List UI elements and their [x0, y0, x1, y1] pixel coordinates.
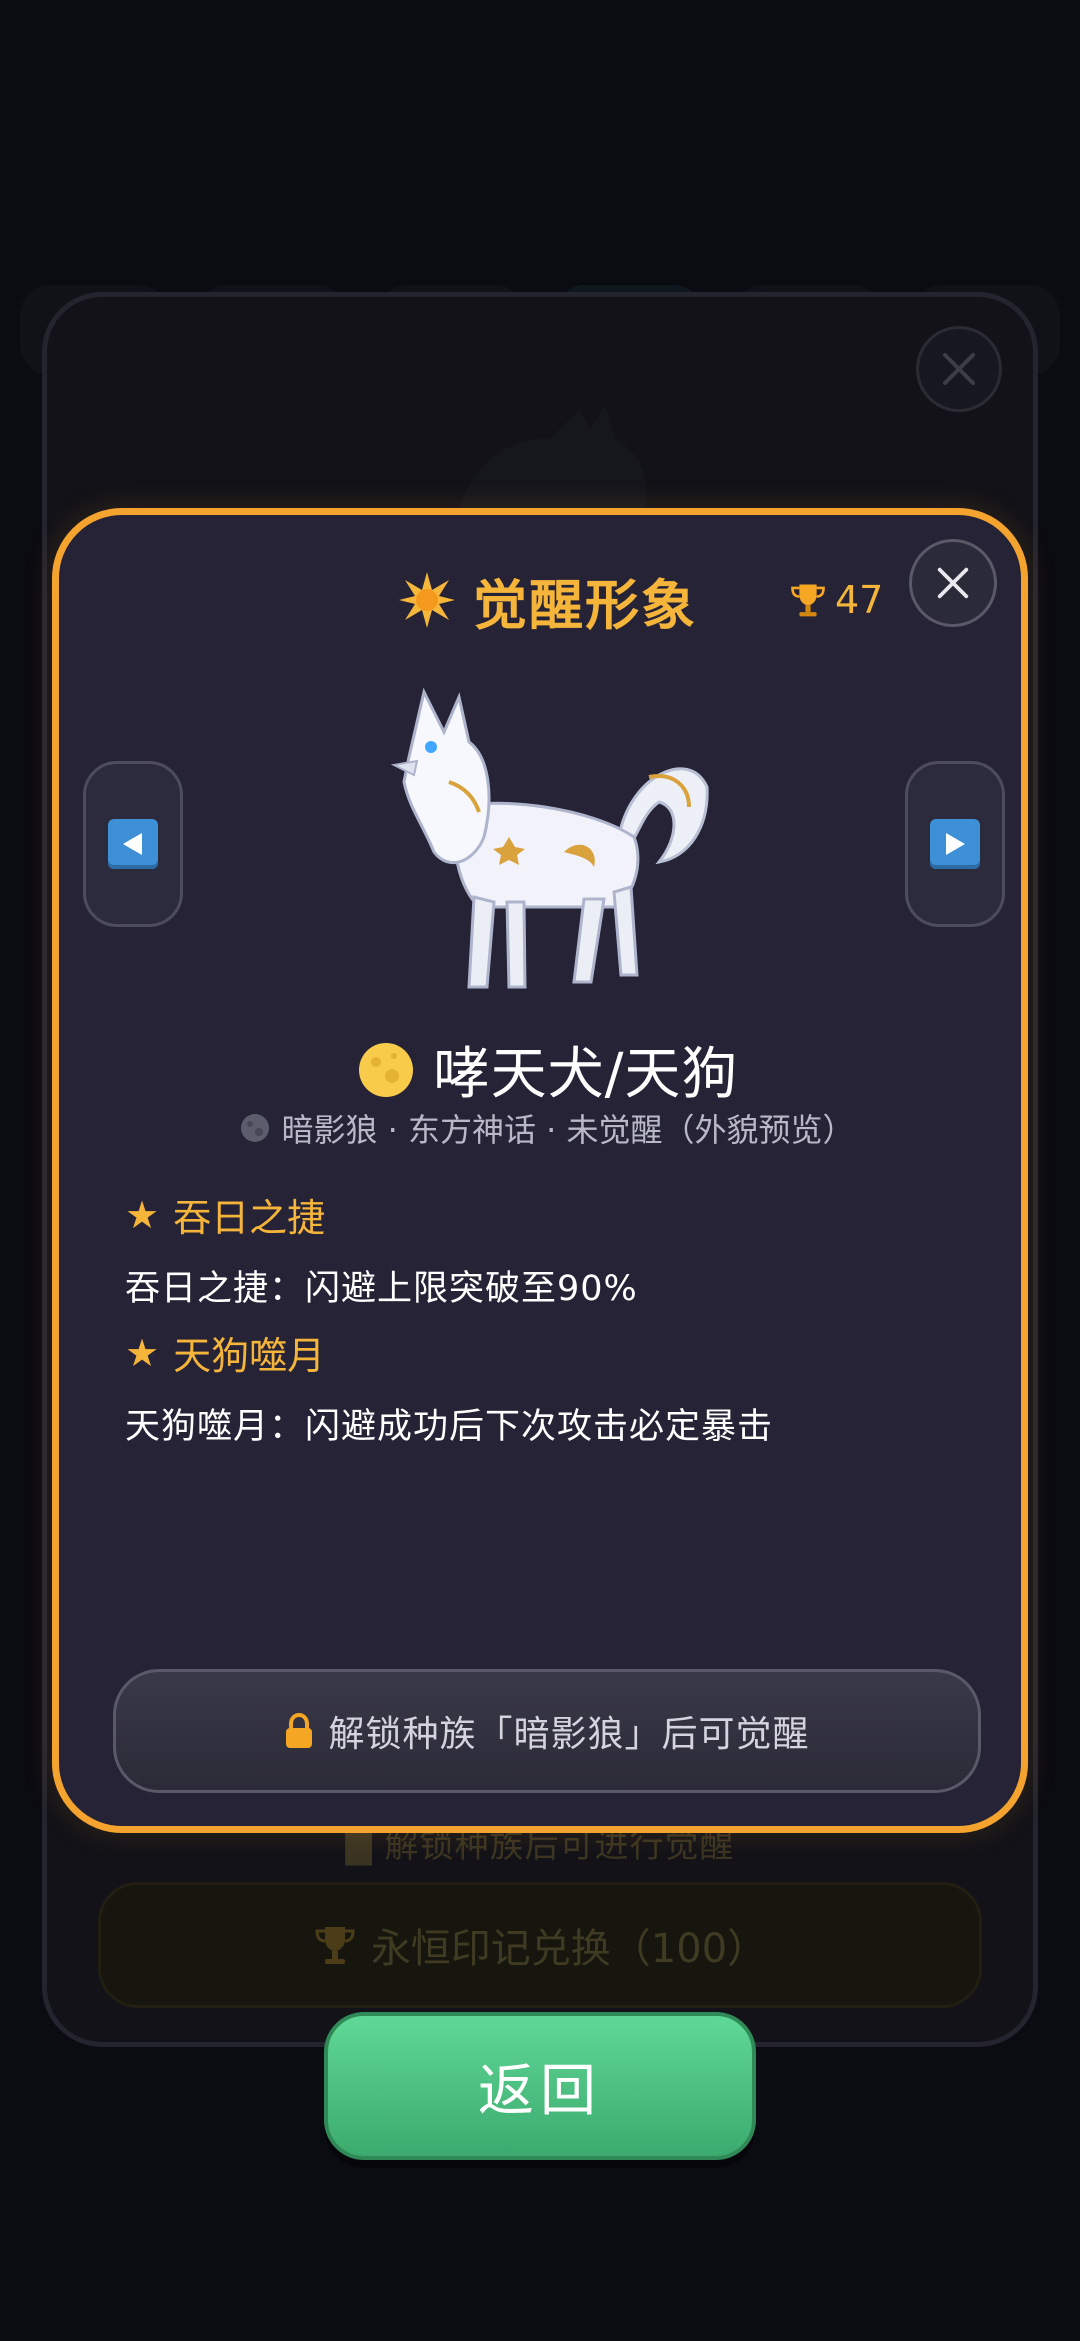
close-icon — [937, 567, 969, 599]
arrow-left-icon — [108, 819, 158, 869]
character-name: 哮天犬/天狗 — [433, 1042, 739, 1107]
previous-button[interactable] — [83, 761, 183, 927]
background-wolf-silhouette — [460, 405, 647, 510]
character-subtitle: 暗影狼 · 东方神话 · 未觉醒（外貌预览） — [59, 1105, 1035, 1151]
arrow-right-icon — [930, 819, 980, 869]
awakening-modal: 觉醒形象 47 哮天犬/天狗 暗影狼 · 东方神话 · 未觉醒（外貌预览） ★ … — [52, 508, 1028, 1833]
sun-star-icon — [399, 572, 455, 628]
background-redeem-button: 永恒印记兑换（100） — [98, 1882, 982, 2008]
full-moon-icon — [358, 1042, 413, 1097]
next-button[interactable] — [905, 761, 1005, 927]
trophy-count-value: 47 — [835, 578, 884, 622]
trophy-icon — [315, 1927, 355, 1964]
skill-description: 吞日之捷：闪避上限突破至90% — [125, 1269, 638, 1309]
trophy-counter: 47 — [789, 567, 883, 633]
skill-title: ★ 吞日之捷 — [125, 1192, 326, 1241]
background-close-icon — [916, 326, 1002, 412]
skill-title: ★ 天狗噬月 — [125, 1330, 326, 1379]
star-icon: ★ — [125, 1330, 160, 1375]
close-button[interactable] — [909, 539, 997, 627]
dark-moon-icon — [241, 1114, 270, 1142]
awakened-wolf-image — [390, 687, 709, 989]
subtitle-text: 暗影狼 · 东方神话 · 未觉醒（外貌预览） — [281, 1111, 855, 1149]
skill-description: 天狗噬月：闪避成功后下次攻击必定暴击 — [125, 1407, 774, 1447]
skill-item: ★ 吞日之捷 吞日之捷：闪避上限突破至90% — [125, 1187, 638, 1311]
unlock-awaken-button[interactable]: 解锁种族「暗影狼」后可觉醒 — [113, 1669, 981, 1793]
trophy-icon — [791, 584, 825, 617]
character-name-row: 哮天犬/天狗 — [59, 1029, 1035, 1110]
skill-item: ★ 天狗噬月 天狗噬月：闪避成功后下次攻击必定暴击 — [125, 1325, 773, 1449]
lock-icon — [286, 1713, 313, 1748]
modal-title-row: 觉醒形象 — [59, 555, 1035, 645]
star-icon: ★ — [125, 1192, 160, 1237]
back-button[interactable]: 返回 — [324, 2012, 756, 2160]
modal-title: 觉醒形象 — [473, 573, 697, 637]
